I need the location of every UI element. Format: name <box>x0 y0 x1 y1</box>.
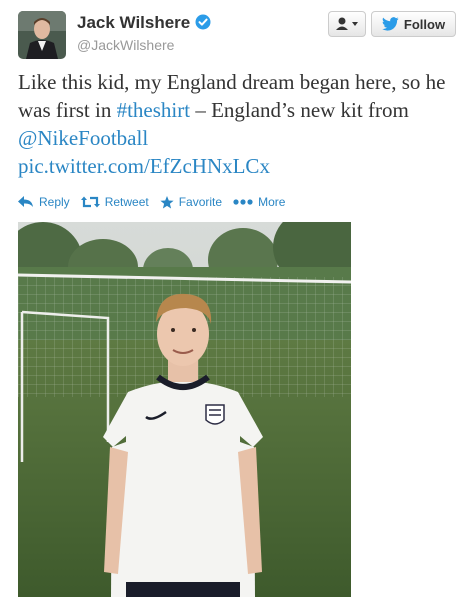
star-icon <box>160 195 174 208</box>
tweet-text-part-2: – England’s new kit from <box>190 98 409 122</box>
tweet-actions: Reply Retweet Favorite More <box>18 195 296 209</box>
avatar[interactable] <box>18 11 66 59</box>
reply-icon <box>18 196 33 207</box>
favorite-label: Favorite <box>178 195 223 209</box>
hashtag-link[interactable]: #theshirt <box>117 98 191 122</box>
pic-link[interactable]: pic.twitter.com/EfZcHNxLCx <box>18 154 270 178</box>
follow-button[interactable]: Follow <box>371 11 456 37</box>
favorite-button[interactable]: Favorite <box>160 195 222 209</box>
avatar-image <box>18 11 66 59</box>
tweet-photo[interactable] <box>18 222 351 597</box>
retweet-button[interactable]: Retweet <box>80 195 149 209</box>
more-label: More <box>258 195 286 209</box>
follow-button-label: Follow <box>403 16 446 32</box>
tweet-text: Like this kid, my England dream began he… <box>18 68 468 180</box>
display-name[interactable]: Jack Wilshere <box>77 13 211 35</box>
reply-button[interactable]: Reply <box>18 195 70 209</box>
display-name-text[interactable]: Jack Wilshere <box>77 13 190 32</box>
mention-link[interactable]: @NikeFootball <box>18 126 148 150</box>
photo-image <box>18 222 351 597</box>
verified-badge-icon <box>195 14 211 35</box>
more-button[interactable]: More <box>233 195 285 209</box>
retweet-label: Retweet <box>104 195 149 209</box>
user-actions-dropdown[interactable] <box>328 11 366 37</box>
retweet-icon <box>80 196 100 208</box>
twitter-bird-icon <box>382 17 399 31</box>
more-dots-icon <box>233 199 253 205</box>
user-dropdown-icon <box>336 17 358 30</box>
user-handle[interactable]: @JackWilshere <box>77 37 174 53</box>
reply-label: Reply <box>39 195 70 209</box>
